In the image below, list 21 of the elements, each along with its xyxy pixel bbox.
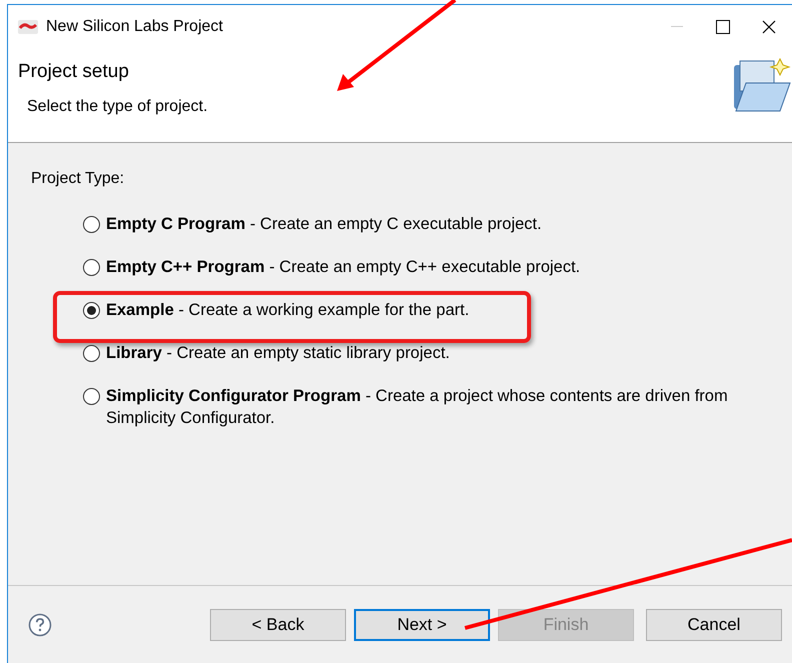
option-label[interactable]: Empty C++ Program - Create an empty C++ executable project. bbox=[106, 256, 580, 278]
page-subtitle: Select the type of project. bbox=[27, 98, 208, 116]
option-label[interactable]: Example - Create a working example for the part. bbox=[106, 299, 470, 321]
radio-button[interactable] bbox=[83, 345, 100, 362]
radio-button[interactable] bbox=[83, 388, 100, 405]
dialog-button[interactable]: Next > bbox=[354, 608, 490, 640]
help-icon[interactable] bbox=[28, 612, 52, 636]
radio-button[interactable] bbox=[83, 302, 100, 319]
page-title: Project setup bbox=[18, 61, 129, 83]
dialog-button[interactable]: < Back bbox=[210, 608, 346, 640]
option-label[interactable]: Empty C Program - Create an empty C executable project. bbox=[106, 213, 542, 235]
radio-button[interactable] bbox=[83, 216, 100, 233]
radio-button[interactable] bbox=[83, 259, 100, 276]
app-logo-icon bbox=[18, 20, 38, 34]
option-label[interactable]: Simplicity Configurator Program - Create a project whose contents are driven from Simplicity Configurator. bbox=[106, 385, 766, 429]
option-label[interactable]: Library - Create an empty static library project. bbox=[106, 342, 450, 364]
window-title: New Silicon Labs Project bbox=[46, 18, 223, 36]
group-label: Project Type: bbox=[31, 170, 124, 188]
maximize-icon[interactable] bbox=[716, 20, 730, 34]
close-icon[interactable] bbox=[762, 20, 776, 34]
dialog-button[interactable]: Cancel bbox=[646, 608, 782, 640]
